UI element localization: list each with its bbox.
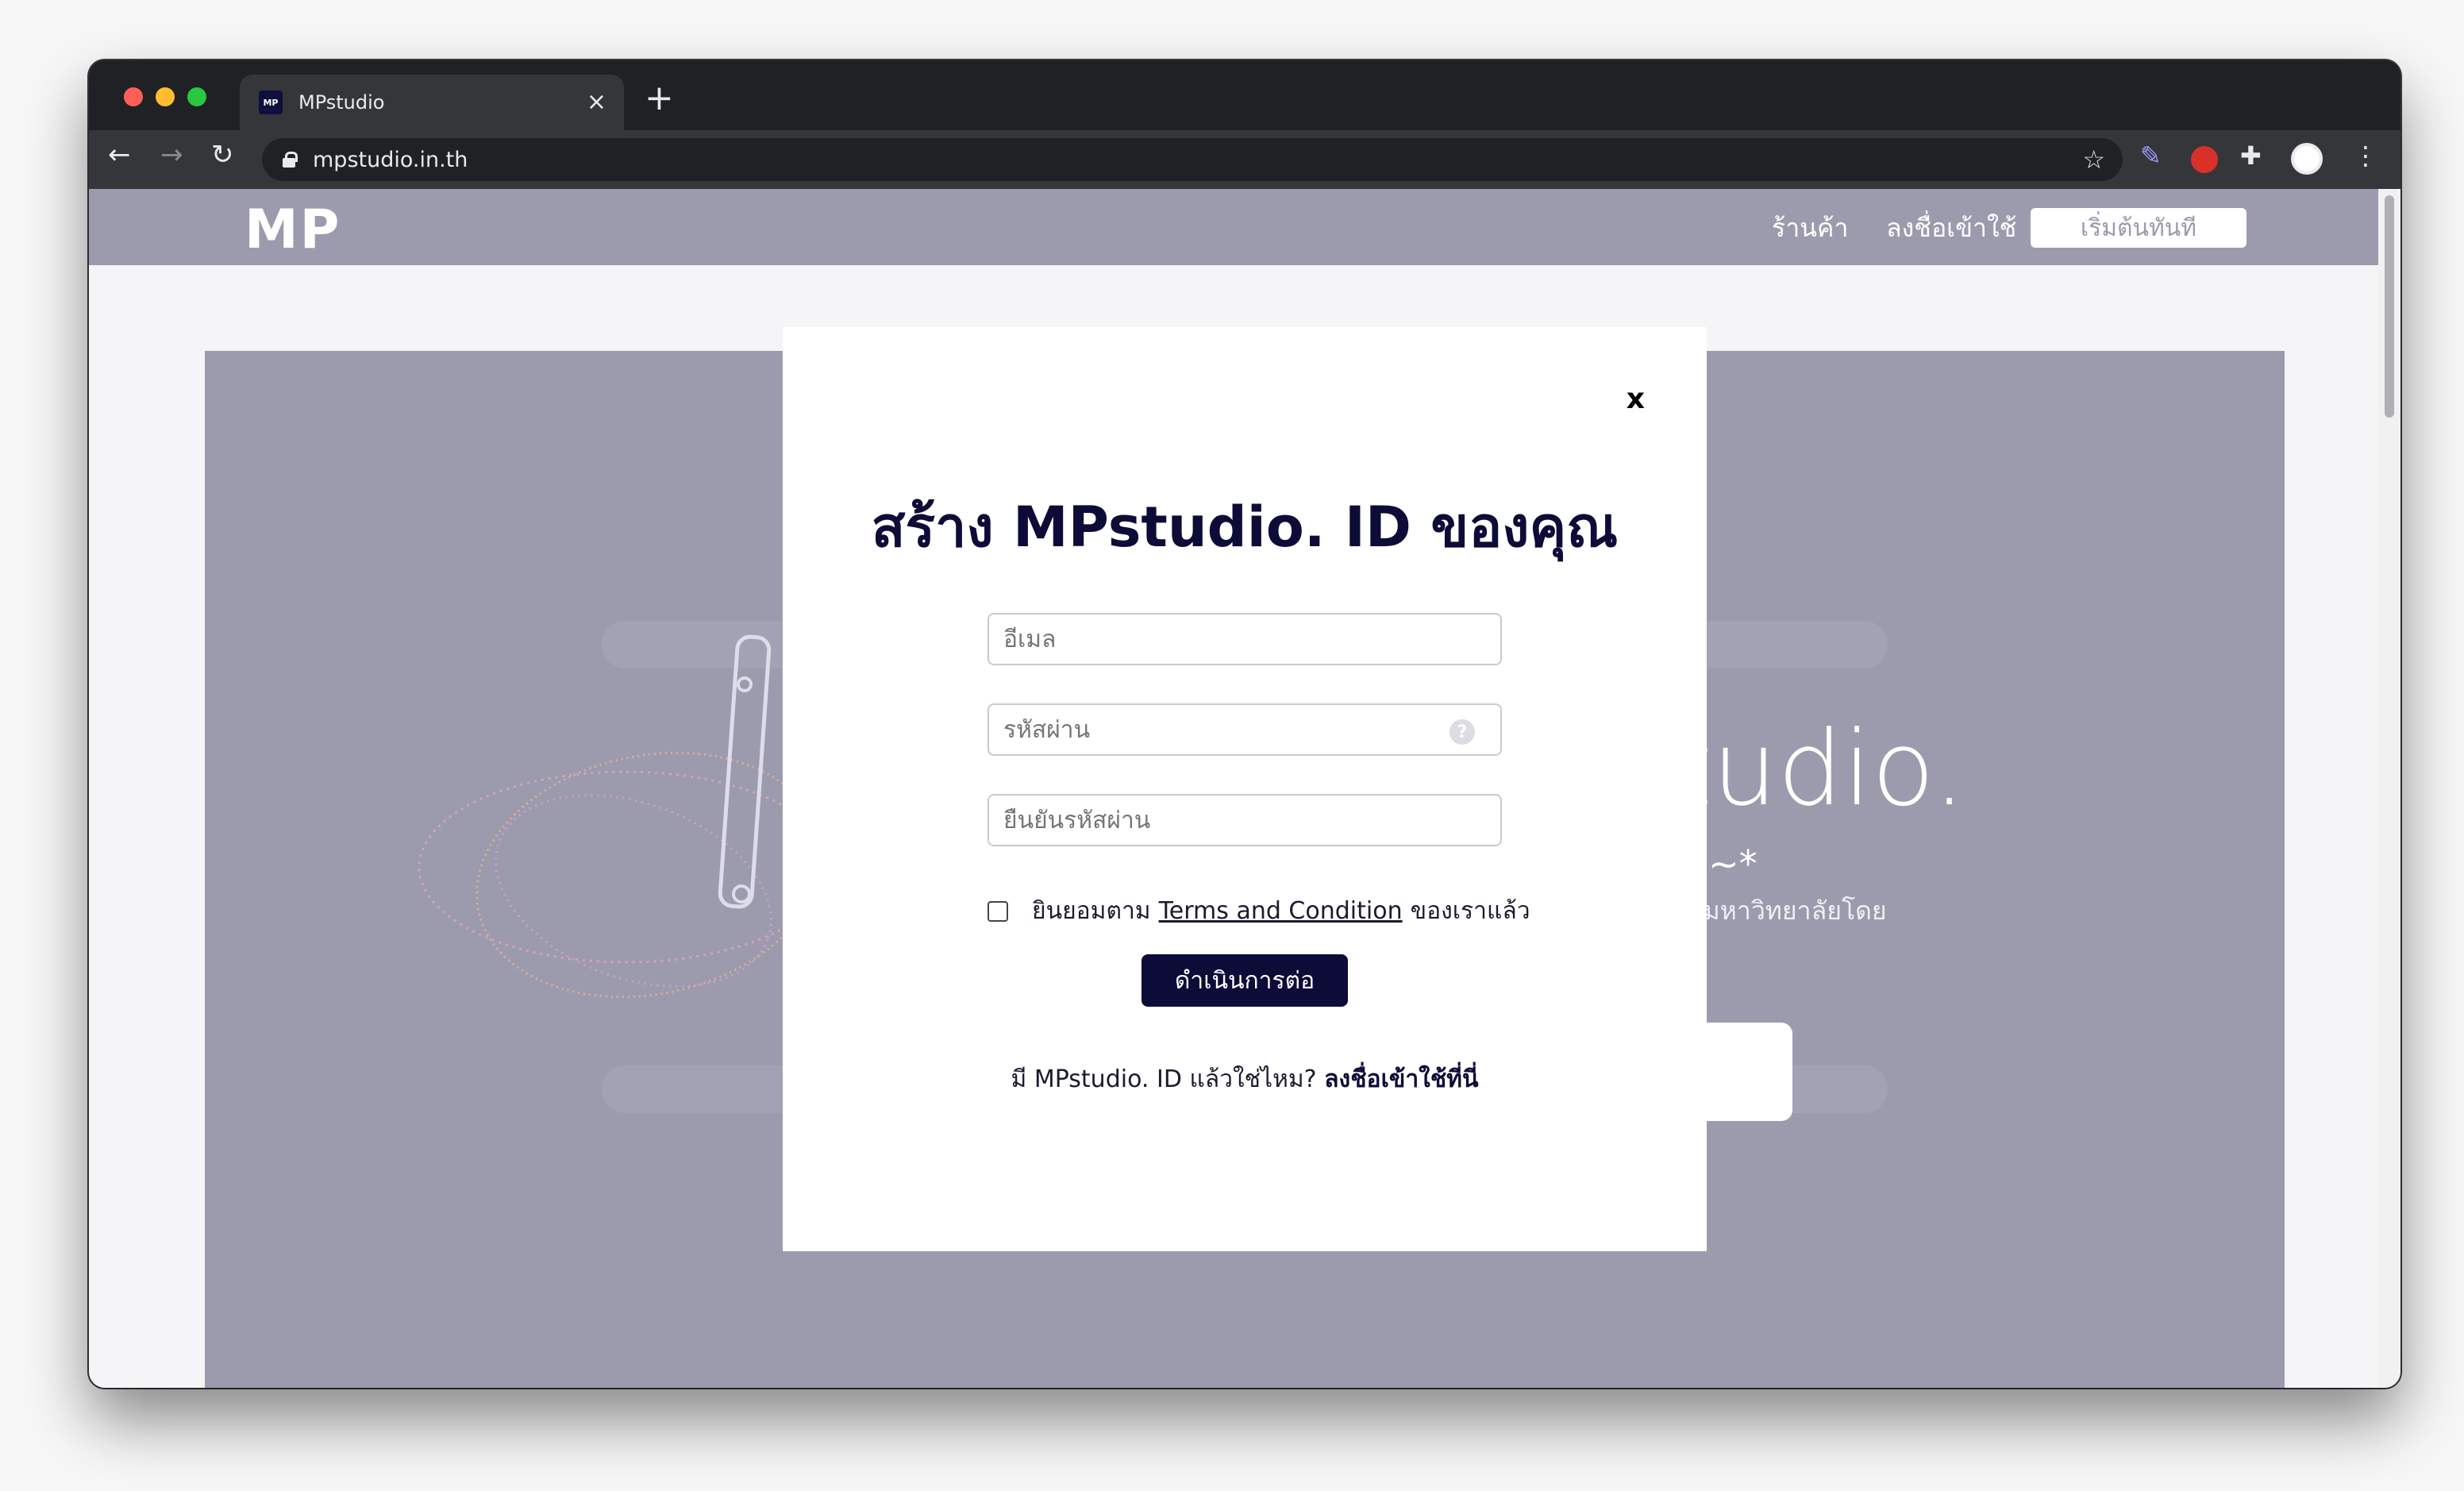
- nav-login-link[interactable]: ลงชื่อเข้าใช้: [1886, 208, 2016, 248]
- url-text: mpstudio.in.th: [313, 147, 468, 172]
- minimize-window-button[interactable]: [156, 87, 175, 106]
- password-field[interactable]: [988, 703, 1502, 756]
- new-tab-button[interactable]: +: [645, 81, 674, 116]
- site-header: MP ร้านค้า ลงชื่อเข้าใช้ เริ่มต้นทันที: [89, 189, 2378, 265]
- modal-title: สร้าง MPstudio. ID ของคุณ: [871, 495, 1619, 560]
- tab-title: MPstudio: [298, 91, 385, 114]
- adblock-extension-icon[interactable]: [2191, 146, 2218, 173]
- nav-shop-link[interactable]: ร้านค้า: [1772, 208, 1848, 248]
- signup-modal: x สร้าง MPstudio. ID ของคุณ ? ยินยอมตาม …: [783, 327, 1707, 1251]
- reload-icon[interactable]: ↻: [211, 141, 234, 168]
- nav-start-button[interactable]: เริ่มต้นทันที: [2031, 208, 2246, 248]
- scrollbar-thumb[interactable]: [2385, 195, 2394, 418]
- tab-strip: MP MPstudio × +: [89, 60, 2400, 130]
- profile-avatar-icon[interactable]: [2291, 143, 2323, 175]
- browser-toolbar: ← → ↻ mpstudio.in.th ☆ ✎ ✚ ⋮: [89, 130, 2400, 189]
- browser-window: MP MPstudio × + ← → ↻ mpstudio.in.th ☆ ✎…: [89, 60, 2400, 1388]
- favicon-icon: MP: [259, 91, 283, 114]
- modal-close-icon[interactable]: x: [1627, 383, 1645, 415]
- pen-extension-icon[interactable]: ✎: [2140, 143, 2162, 168]
- browser-tab[interactable]: MP MPstudio ×: [240, 75, 624, 130]
- terms-checkbox[interactable]: [988, 900, 1008, 922]
- login-prompt-row: มี MPstudio. ID แล้วใช่ไหม? ลงชื่อเข้าใช…: [783, 1061, 1707, 1098]
- browser-menu-icon[interactable]: ⋮: [2353, 143, 2378, 168]
- site-logo[interactable]: MP: [244, 198, 341, 261]
- tab-close-icon[interactable]: ×: [587, 91, 606, 114]
- back-icon[interactable]: ←: [108, 141, 131, 168]
- bookmark-star-icon[interactable]: ☆: [2082, 144, 2105, 175]
- lock-icon: [283, 152, 298, 168]
- terms-row: ยินยอมตาม Terms and Condition ของเราแล้ว: [988, 892, 1530, 930]
- close-window-button[interactable]: [124, 87, 143, 106]
- extensions-puzzle-icon[interactable]: ✚: [2240, 143, 2262, 168]
- email-field[interactable]: [988, 613, 1502, 665]
- confirm-password-field[interactable]: [988, 794, 1502, 846]
- terms-suffix: ของเราแล้ว: [1410, 897, 1530, 925]
- terms-prefix: ยินยอมตาม: [1032, 897, 1151, 925]
- address-bar[interactable]: mpstudio.in.th ☆: [262, 138, 2123, 181]
- terms-link[interactable]: Terms and Condition: [1159, 897, 1403, 925]
- login-prompt-text: มี MPstudio. ID แล้วใช่ไหม?: [1011, 1065, 1317, 1093]
- maximize-window-button[interactable]: [187, 87, 206, 106]
- page-viewport: MP ร้านค้า ลงชื่อเข้าใช้ เริ่มต้นทันที s…: [89, 189, 2400, 1388]
- forward-icon[interactable]: →: [160, 141, 183, 168]
- password-info-icon[interactable]: ?: [1450, 719, 1475, 745]
- page-scrollbar[interactable]: [2378, 189, 2400, 1388]
- login-here-link[interactable]: ลงชื่อเข้าใช้ที่นี่: [1324, 1065, 1478, 1093]
- continue-button[interactable]: ดำเนินการต่อ: [1142, 954, 1348, 1007]
